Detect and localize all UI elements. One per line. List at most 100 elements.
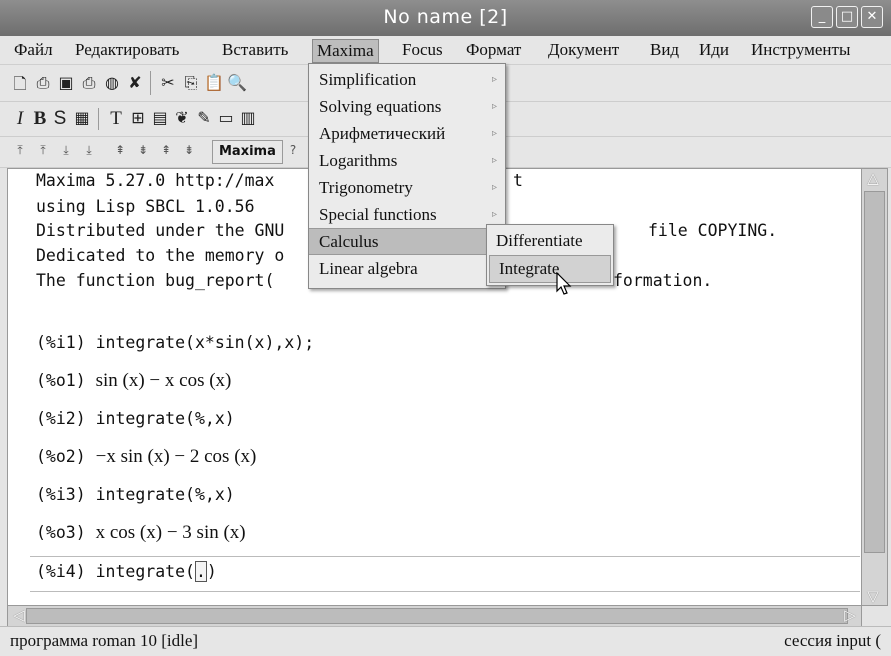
submenu-arrow-icon: ▹ bbox=[491, 101, 497, 112]
minimize-button[interactable]: _ bbox=[811, 6, 833, 28]
maxima-dropdown-menu: Simplification ▹ Solving equations ▹ Арифм… bbox=[308, 63, 506, 289]
header-line: Dedicated to the memory o bbox=[36, 246, 285, 265]
menu-tools[interactable]: Инструменты bbox=[747, 39, 854, 61]
horizontal-scroll-thumb[interactable] bbox=[26, 608, 848, 624]
input-label: (%i2) bbox=[36, 409, 86, 428]
header-line: Maxima 5.27.0 http://max bbox=[36, 171, 275, 190]
horizontal-scrollbar[interactable]: ◁ ▷ bbox=[7, 605, 862, 627]
maxima-session-button[interactable]: Maxima bbox=[212, 140, 283, 164]
output-math: x cos (x) − 3 sin (x) bbox=[95, 522, 246, 543]
menu-item-special-functions[interactable]: Special functions ▹ bbox=[309, 202, 505, 227]
header-line: Distributed under the GNU bbox=[36, 221, 285, 240]
scroll-up-icon[interactable]: △ bbox=[862, 169, 884, 187]
submenu-arrow-icon: ▹ bbox=[491, 74, 497, 85]
menu-focus[interactable]: Focus bbox=[398, 39, 447, 61]
status-right: сессия input ( bbox=[784, 631, 881, 650]
scroll-right-icon[interactable]: ▷ bbox=[839, 606, 861, 624]
menu-item-trigonometry[interactable]: Trigonometry ▹ bbox=[309, 175, 505, 200]
header-fragment: formation. bbox=[613, 271, 713, 290]
input-text: integrate(%,x) bbox=[95, 485, 235, 504]
italic-icon[interactable]: I bbox=[10, 108, 30, 130]
menu-go[interactable]: Иди bbox=[695, 39, 733, 61]
vertical-scrollbar[interactable]: △ ▽ bbox=[861, 168, 888, 606]
header-line: using Lisp SBCL 1.0.56 bbox=[36, 197, 255, 216]
menu-format[interactable]: Формат bbox=[462, 39, 525, 61]
bold-icon[interactable]: B bbox=[30, 108, 50, 130]
paste-icon[interactable]: 📋 bbox=[204, 73, 224, 92]
mouse-cursor-icon bbox=[556, 272, 572, 295]
input-label: (%i3) bbox=[36, 485, 86, 504]
window-title: No name [2] bbox=[383, 6, 508, 28]
menu-bar: Файл Редактировать Вставить Maxima Focus… bbox=[0, 36, 891, 65]
image-icon[interactable]: ❦ bbox=[172, 108, 192, 127]
globe-icon[interactable]: ◍ bbox=[102, 73, 122, 92]
insert-above-icon[interactable]: ⤒ bbox=[10, 143, 30, 158]
menu-item-integrate[interactable]: Integrate bbox=[489, 255, 611, 283]
input-close: ) bbox=[206, 562, 217, 581]
menu-item-linear-algebra[interactable]: Linear algebra▹ bbox=[309, 256, 505, 281]
sans-serif-icon[interactable]: S bbox=[50, 108, 70, 130]
close-button[interactable]: ✕ bbox=[861, 6, 883, 28]
submenu-arrow-icon: ▹ bbox=[491, 182, 497, 193]
formula-icon[interactable]: ⊞ bbox=[128, 108, 148, 127]
input-line[interactable]: (%i2) integrate(%,x) bbox=[36, 409, 235, 428]
scroll-down-icon[interactable]: ▽ bbox=[862, 587, 884, 605]
insert-below-alt-icon[interactable]: ⤓ bbox=[79, 143, 99, 158]
status-bar: программа roman 10 [idle] сессия input ( bbox=[0, 626, 891, 656]
table-style-icon[interactable]: ▦ bbox=[72, 108, 92, 127]
draw-icon[interactable]: ✎ bbox=[194, 108, 214, 127]
input-line[interactable]: (%i1) integrate(x*sin(x),x); bbox=[36, 333, 314, 352]
toolbar-separator bbox=[98, 108, 99, 130]
selection-placeholder[interactable]: . bbox=[194, 561, 207, 582]
vertical-scroll-thumb[interactable] bbox=[864, 191, 885, 553]
header-line: The function bug_report( bbox=[36, 271, 275, 290]
output-math: sin (x) − x cos (x) bbox=[95, 370, 232, 391]
menu-file[interactable]: Файл bbox=[10, 39, 57, 61]
menu-insert[interactable]: Вставить bbox=[218, 39, 292, 61]
output-label: (%o2) bbox=[36, 447, 86, 466]
cut-icon[interactable]: ✂ bbox=[158, 73, 178, 92]
menu-maxima[interactable]: Maxima bbox=[312, 39, 379, 63]
open-icon[interactable]: ⎙ bbox=[33, 73, 53, 93]
unfold-down-icon[interactable]: ⇟ bbox=[179, 143, 199, 157]
output-math: −x sin (x) − 2 cos (x) bbox=[95, 446, 257, 467]
title-bar[interactable]: No name [2] _ □ ✕ bbox=[0, 0, 891, 36]
frame-icon[interactable]: ▭ bbox=[216, 108, 236, 127]
menu-item-logarithms[interactable]: Logarithms ▹ bbox=[309, 148, 505, 173]
input-line[interactable]: (%i3) integrate(%,x) bbox=[36, 485, 235, 504]
window-controls: _ □ ✕ bbox=[811, 6, 883, 28]
new-document-icon[interactable]: 🗋 bbox=[10, 73, 30, 100]
menu-view[interactable]: Вид bbox=[646, 39, 683, 61]
menu-item-calculus[interactable]: Calculus▹ bbox=[309, 228, 505, 255]
copy-icon[interactable]: ⎘ bbox=[181, 73, 201, 93]
toolbar-separator bbox=[150, 71, 151, 95]
header-fragment: file COPYING. bbox=[648, 221, 778, 240]
maximize-button[interactable]: □ bbox=[836, 6, 858, 28]
save-icon[interactable]: ▣ bbox=[56, 73, 76, 92]
close-document-icon[interactable]: ✘ bbox=[125, 73, 145, 92]
fold-down-icon[interactable]: ⇟ bbox=[133, 143, 153, 157]
application-window: No name [2] _ □ ✕ Файл Редактировать Вст… bbox=[0, 0, 891, 656]
fold-up-icon[interactable]: ⇞ bbox=[110, 143, 130, 157]
menu-item-solving-equations[interactable]: Solving equations ▹ bbox=[309, 94, 505, 119]
menu-item-arithmetic[interactable]: Арифметический ▹ bbox=[309, 121, 505, 146]
unfold-up-icon[interactable]: ⇞ bbox=[156, 143, 176, 157]
menu-item-simplification[interactable]: Simplification ▹ bbox=[309, 67, 505, 92]
menu-document[interactable]: Документ bbox=[544, 39, 623, 61]
input-label: (%i4) bbox=[36, 562, 86, 581]
menu-edit[interactable]: Редактировать bbox=[71, 39, 183, 61]
output-line: (%o3) x cos (x) − 3 sin (x) bbox=[36, 522, 246, 544]
insert-below-icon[interactable]: ⤓ bbox=[56, 143, 76, 158]
insert-above-alt-icon[interactable]: ⤒ bbox=[33, 143, 53, 158]
film-icon[interactable]: ▥ bbox=[238, 108, 258, 127]
input-text: integrate( bbox=[95, 562, 195, 581]
help-icon[interactable]: ? bbox=[283, 143, 303, 157]
preview-icon[interactable]: 🔍 bbox=[227, 73, 247, 92]
menu-item-differentiate[interactable]: Differentiate bbox=[487, 228, 613, 254]
input-text: integrate(x*sin(x),x); bbox=[95, 333, 315, 352]
current-input-line[interactable]: (%i4) integrate(.) bbox=[36, 561, 217, 582]
header-fragment: t bbox=[513, 171, 523, 190]
text-icon[interactable]: T bbox=[106, 108, 126, 130]
print-icon[interactable]: ⎙ bbox=[79, 73, 99, 93]
table-icon[interactable]: ▤ bbox=[150, 108, 170, 127]
